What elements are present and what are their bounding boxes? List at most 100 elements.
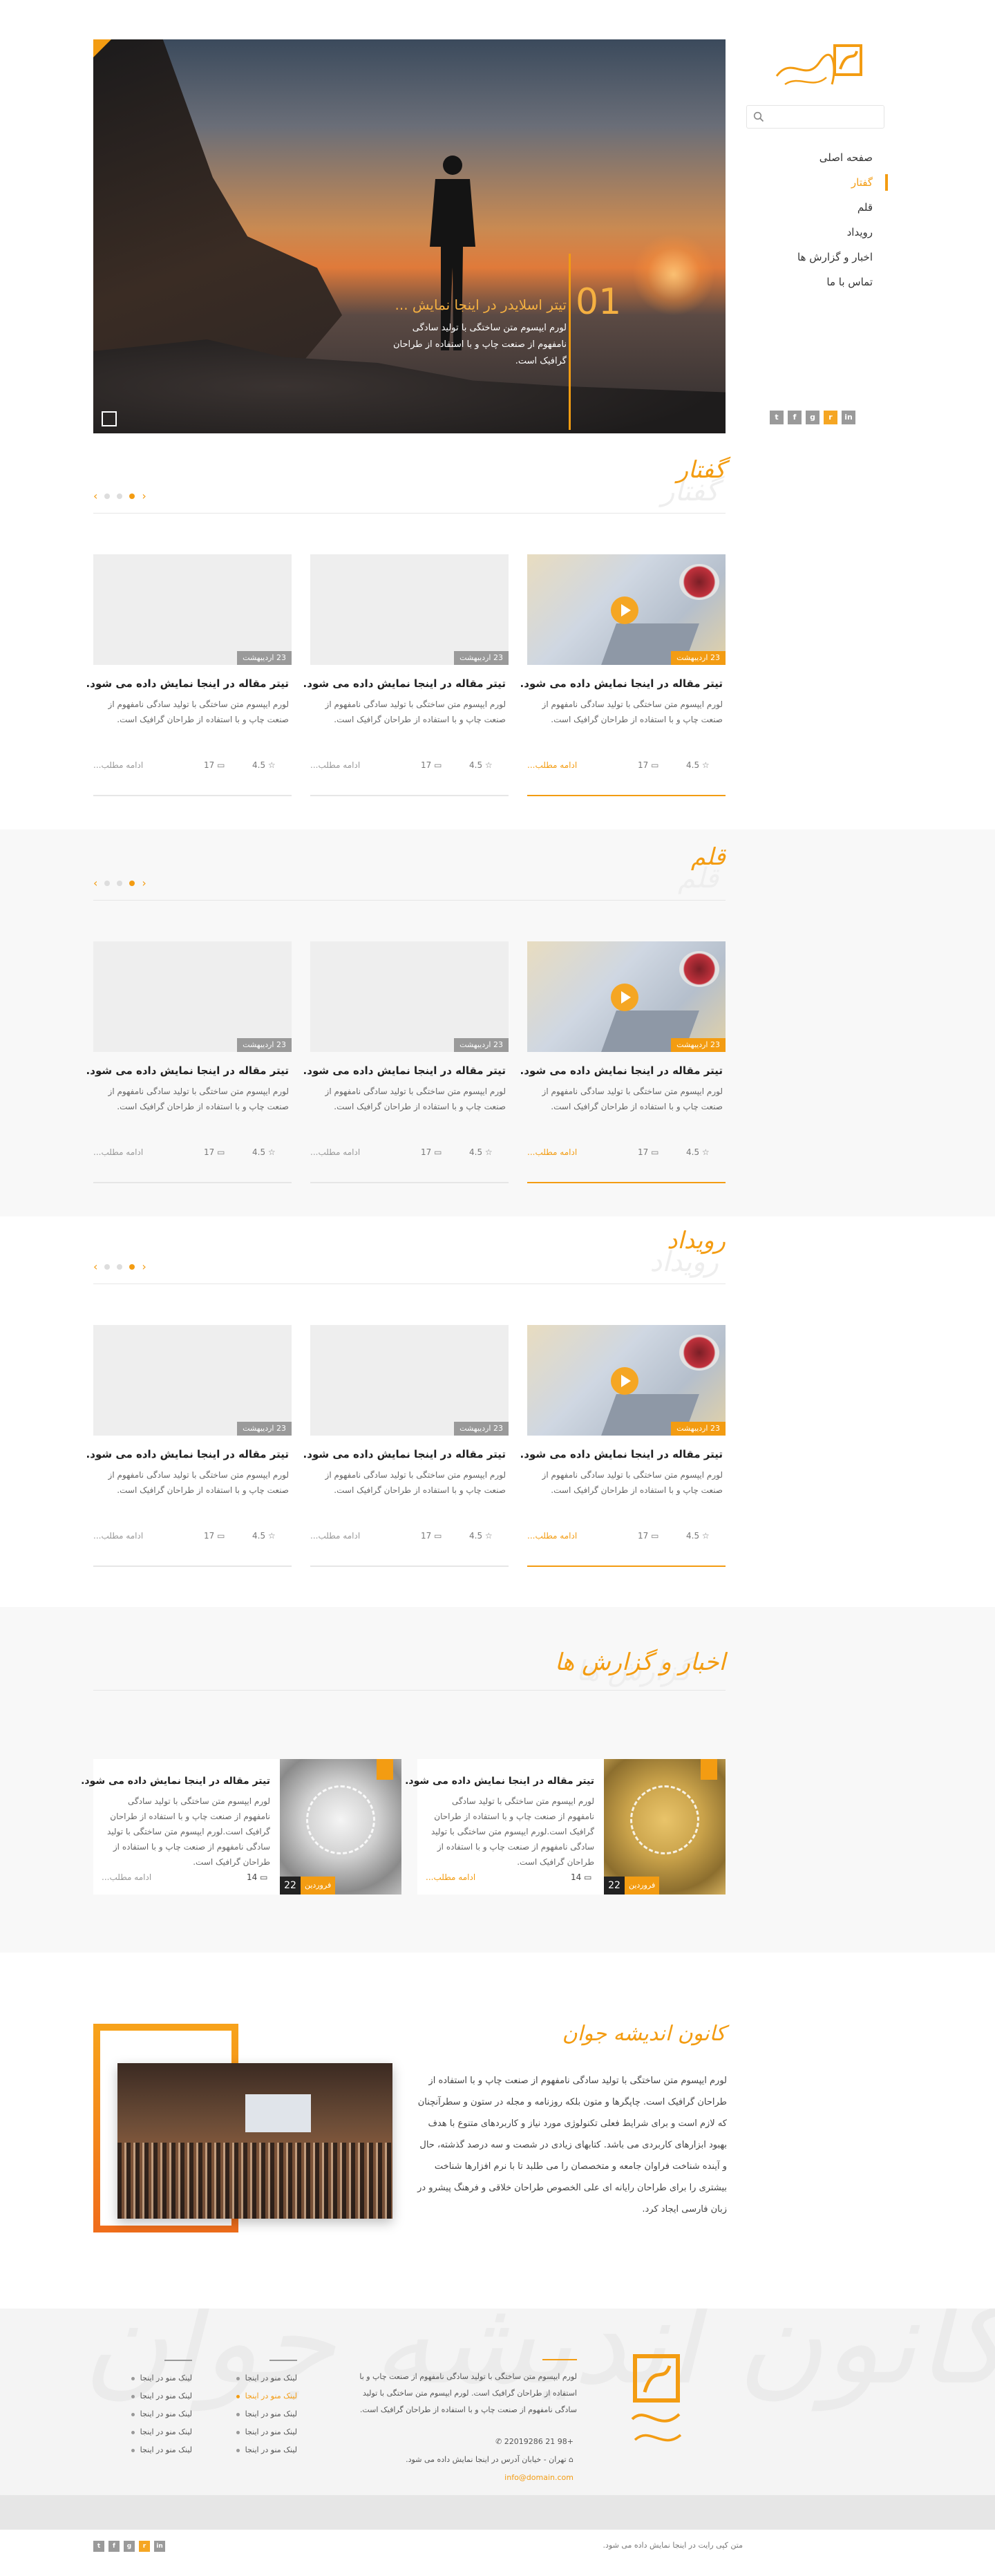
article-title[interactable]: تیتر مقاله در اینجا نمایش داده می شود. [520,677,723,690]
pager-dot[interactable] [104,1263,111,1270]
article-title[interactable]: تیتر مقاله در اینجا نمایش داده می شود. [303,1448,506,1460]
article-image[interactable] [93,941,292,1052]
article-image[interactable] [93,554,292,665]
read-more-link[interactable]: ادامه مطلب... [527,1147,577,1157]
article-title[interactable]: تیتر مقاله در اینجا نمایش داده می شود. [520,1064,723,1077]
pager-dot[interactable] [129,1263,135,1270]
read-more-link[interactable]: ادامه مطلب... [527,760,577,770]
read-more-link[interactable]: ادامه مطلب... [93,760,143,770]
chevron-right-icon[interactable]: › [142,489,146,502]
footer-link[interactable]: لینک منو در اینجا [88,2405,192,2423]
slide-title[interactable]: تیتر اسلایدر در اینجا نمایش ... [395,297,567,313]
article-image[interactable] [527,1325,726,1436]
article-image[interactable] [310,554,509,665]
article-image[interactable] [527,941,726,1052]
play-icon[interactable] [611,1367,638,1395]
footer-logo[interactable] [625,2353,688,2457]
article-image[interactable] [310,1325,509,1436]
pager-dot[interactable] [117,880,123,886]
play-icon[interactable] [611,596,638,624]
nav-item[interactable]: رویداد [746,220,888,245]
article-image[interactable] [310,941,509,1052]
comment-icon: ▭ [217,1147,225,1157]
footer-link[interactable]: لینک منو در اینجا [88,2369,192,2387]
rss-icon[interactable]: r [139,2541,150,2552]
pager-dot[interactable] [104,880,111,886]
footer-link[interactable]: لینک منو در اینجا [193,2423,297,2441]
linkedin-icon[interactable]: in [842,411,855,424]
chevron-left-icon[interactable]: ‹ [93,489,97,502]
search-icon[interactable] [753,111,764,122]
google-plus-icon[interactable]: g [124,2541,135,2552]
facebook-icon[interactable]: f [108,2541,120,2552]
search-box[interactable] [746,105,884,129]
comment-icon: ▭ [584,1872,592,1882]
pager-dot[interactable] [117,1263,123,1270]
pager-dot[interactable] [129,880,135,886]
chevron-right-icon[interactable]: › [142,876,146,890]
read-more-link[interactable]: ادامه مطلب... [310,1147,360,1157]
read-more-link[interactable]: ادامه مطلب... [426,1872,475,1882]
chevron-left-icon[interactable]: ‹ [93,876,97,890]
news-title[interactable]: تیتر مقاله در اینجا نمایش داده می شود. [81,1776,270,1787]
twitter-icon[interactable]: t [93,2541,104,2552]
google-plus-icon[interactable]: g [806,411,819,424]
read-more-link[interactable]: ادامه مطلب... [102,1872,151,1882]
read-more-link[interactable]: ادامه مطلب... [310,760,360,770]
footer-link[interactable]: لینک منو در اینجا [193,2441,297,2459]
article-title[interactable]: تیتر مقاله در اینجا نمایش داده می شود. [303,677,506,690]
rss-icon[interactable]: r [824,411,837,424]
star-icon: ☆ [484,1531,493,1541]
footer-link[interactable]: لینک منو در اینجا [193,2387,297,2405]
news-month: فروردین [301,1877,336,1895]
nav-item[interactable]: تماس با ما [746,270,888,294]
pager-dot[interactable] [129,493,135,499]
linkedin-icon[interactable]: in [154,2541,165,2552]
pager-dot[interactable] [104,493,111,499]
article-excerpt: لورم ایپسوم متن ساختگی با تولید سادگی نا… [325,1087,506,1111]
twitter-icon[interactable]: t [770,411,784,424]
facebook-icon[interactable]: f [788,411,802,424]
pager-dot[interactable] [117,493,123,499]
article-date: 23 اردیبهشت [454,651,509,665]
news-title[interactable]: تیتر مقاله در اینجا نمایش داده می شود. [405,1776,594,1787]
chevron-right-icon[interactable]: › [142,1260,146,1273]
nav-item[interactable]: گفتار [746,170,888,195]
read-more-link[interactable]: ادامه مطلب... [93,1147,143,1157]
nav-item[interactable]: صفحه اصلی [746,145,888,170]
read-more-link[interactable]: ادامه مطلب... [93,1531,143,1541]
footer-link[interactable]: لینک منو در اینجا [88,2423,192,2441]
read-more-link[interactable]: ادامه مطلب... [310,1531,360,1541]
chevron-left-icon[interactable]: ‹ [93,1260,97,1273]
nav-item[interactable]: قلم [746,195,888,220]
footer-link[interactable]: لینک منو در اینجا [193,2369,297,2387]
bookmark-icon[interactable] [701,1759,717,1780]
email-link[interactable]: info@domain.com [504,2473,574,2482]
footer-link[interactable]: لینک منو در اینجا [88,2387,192,2405]
article-title[interactable]: تیتر مقاله در اینجا نمایش داده می شود. [86,1448,289,1460]
star-icon: ☆ [267,1531,276,1541]
star-icon: ☆ [267,1147,276,1157]
article-image[interactable] [93,1325,292,1436]
article-title[interactable]: تیتر مقاله در اینجا نمایش داده می شود. [86,677,289,690]
footer-link[interactable]: لینک منو در اینجا [88,2441,192,2459]
article-title[interactable]: تیتر مقاله در اینجا نمایش داده می شود. [86,1064,289,1077]
about-title: کانون اندیشه جوان [562,2022,726,2046]
news-image[interactable]: 22 فروردین [604,1759,726,1895]
search-input[interactable] [769,106,880,128]
article-image[interactable] [527,554,726,665]
article-title[interactable]: تیتر مقاله در اینجا نمایش داده می شود. [303,1064,506,1077]
site-logo[interactable] [771,41,868,97]
news-image[interactable]: 22 فروردین [280,1759,401,1895]
article-title[interactable]: تیتر مقاله در اینجا نمایش داده می شود. [520,1448,723,1460]
fullscreen-icon[interactable] [102,411,117,426]
read-more-link[interactable]: ادامه مطلب... [527,1531,577,1541]
rating: 4.5 ☆ [686,760,710,770]
nav-item[interactable]: اخبار و گزارش ها [746,245,888,270]
bookmark-icon[interactable] [377,1759,393,1780]
footer-link[interactable]: لینک منو در اینجا [193,2405,297,2423]
section-title: رویداد [667,1227,726,1254]
comment-count: 17 ▭ [638,760,659,770]
play-icon[interactable] [611,984,638,1011]
article-meta: ادامه مطلب... 17 ▭ 4.5 ☆ [527,1147,726,1161]
